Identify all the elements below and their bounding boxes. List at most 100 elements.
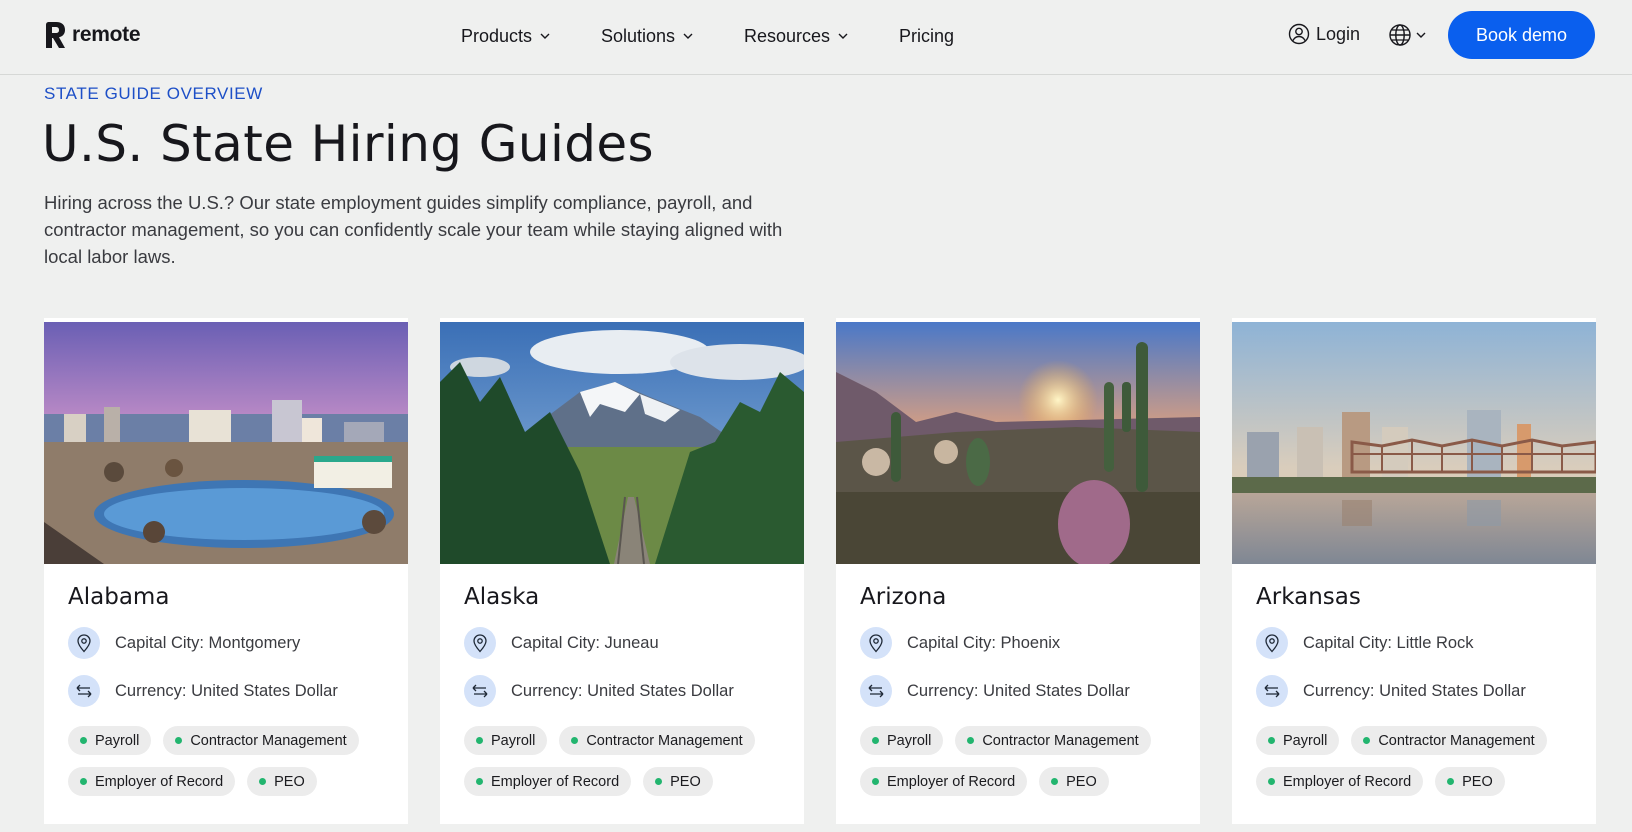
tag-label: Payroll [491,732,536,749]
status-dot [655,778,663,785]
exchange-icon [860,675,892,707]
tag-label: Contractor Management [1378,732,1535,749]
location-pin-icon [68,627,100,659]
state-card-arizona[interactable]: Arizona Capital City: Phoenix Currency: … [836,318,1200,824]
state-name: Arkansas [1256,584,1361,610]
globe-icon [1389,24,1411,46]
status-dot [967,737,975,744]
tag-label: Contractor Management [190,732,347,749]
tag-label: Employer of Record [95,773,224,790]
main-nav: Products Solutions Resources Pricing [461,24,954,48]
remote-logo-icon [46,22,65,48]
tag-label: Payroll [95,732,140,749]
currency-row: Currency: United States Dollar [68,675,338,707]
tag-label: PEO [670,773,701,790]
page-description: Hiring across the U.S.? Our state employ… [44,192,783,267]
status-dot [1268,778,1275,785]
status-dot [476,737,483,744]
state-card-arkansas[interactable]: Arkansas Capital City: Little Rock Curre… [1232,318,1596,824]
currency-text: Currency: United States Dollar [115,681,338,700]
capital-text: Capital City: Little Rock [1303,633,1474,652]
service-tags: Payroll Contractor Management Employer o… [1256,726,1576,796]
nav-pricing[interactable]: Pricing [899,24,954,48]
user-icon [1288,23,1310,45]
capital-row: Capital City: Montgomery [68,627,300,659]
location-pin-icon [860,627,892,659]
tag-label: Payroll [887,732,932,749]
state-image-alaska [440,322,804,564]
language-selector[interactable] [1388,23,1426,47]
tag-peo: PEO [1039,767,1109,796]
exchange-icon [1256,675,1288,707]
currency-row: Currency: United States Dollar [1256,675,1526,707]
status-dot [1447,778,1455,785]
tag-label: Contractor Management [982,732,1139,749]
state-image-arkansas [1232,322,1596,564]
nav-products[interactable]: Products [461,24,601,48]
status-dot [872,737,879,744]
capital-row: Capital City: Little Rock [1256,627,1474,659]
tag-payroll: Payroll [860,726,944,755]
state-name: Arizona [860,584,947,610]
state-card-alaska[interactable]: Alaska Capital City: Juneau Currency: Un… [440,318,804,824]
site-header: remote Products Solutions Resources Pric… [0,0,1632,75]
login-label: Login [1316,23,1361,44]
capital-text: Capital City: Juneau [511,633,659,652]
tag-contractor-management: Contractor Management [955,726,1151,755]
tag-payroll: Payroll [1256,726,1340,755]
nav-products-label: Products [461,25,533,46]
chevron-down-icon [1416,32,1426,38]
currency-text: Currency: United States Dollar [511,681,734,700]
nav-resources-label: Resources [744,25,831,46]
book-demo-button[interactable]: Book demo [1448,11,1595,59]
capital-text: Capital City: Phoenix [907,633,1061,652]
section-eyebrow: STATE GUIDE OVERVIEW [44,84,263,103]
status-dot [872,778,879,785]
location-pin-icon [464,627,496,659]
location-pin-icon [1256,627,1288,659]
status-dot [1363,737,1371,744]
state-image-alabama [44,322,408,564]
tag-payroll: Payroll [464,726,548,755]
state-name: Alaska [464,584,540,610]
tag-label: Employer of Record [887,773,1016,790]
tag-employer-of-record: Employer of Record [464,767,632,796]
exchange-icon [464,675,496,707]
exchange-icon [68,675,100,707]
tag-label: Employer of Record [1283,773,1412,790]
nav-solutions[interactable]: Solutions [601,24,744,48]
tag-peo: PEO [1435,767,1505,796]
tag-contractor-management: Contractor Management [1351,726,1547,755]
currency-text: Currency: United States Dollar [907,681,1130,700]
state-card-alabama[interactable]: Alabama Capital City: Montgomery Currenc… [44,318,408,824]
tag-label: PEO [274,773,305,790]
service-tags: Payroll Contractor Management Employer o… [68,726,388,796]
status-dot [80,737,87,744]
currency-row: Currency: United States Dollar [860,675,1130,707]
status-dot [476,778,483,785]
tag-contractor-management: Contractor Management [559,726,755,755]
service-tags: Payroll Contractor Management Employer o… [464,726,784,796]
status-dot [175,737,183,744]
state-name: Alabama [68,584,170,610]
state-image-arizona [836,322,1200,564]
tag-label: Employer of Record [491,773,620,790]
remote-logo[interactable]: remote [44,21,141,49]
currency-row: Currency: United States Dollar [464,675,734,707]
status-dot [80,778,87,785]
tag-label: Contractor Management [586,732,743,749]
login-link[interactable]: Login [1288,23,1360,45]
tag-label: PEO [1066,773,1097,790]
tag-employer-of-record: Employer of Record [68,767,236,796]
nav-resources[interactable]: Resources [744,24,899,48]
tag-employer-of-record: Employer of Record [1256,767,1424,796]
chevron-down-icon [683,33,693,39]
tag-contractor-management: Contractor Management [163,726,359,755]
capital-row: Capital City: Phoenix [860,627,1060,659]
tag-employer-of-record: Employer of Record [860,767,1028,796]
tag-label: PEO [1462,773,1493,790]
page-title: U.S. State Hiring Guides [42,115,654,173]
capital-text: Capital City: Montgomery [115,633,301,652]
tag-peo: PEO [247,767,317,796]
service-tags: Payroll Contractor Management Employer o… [860,726,1180,796]
